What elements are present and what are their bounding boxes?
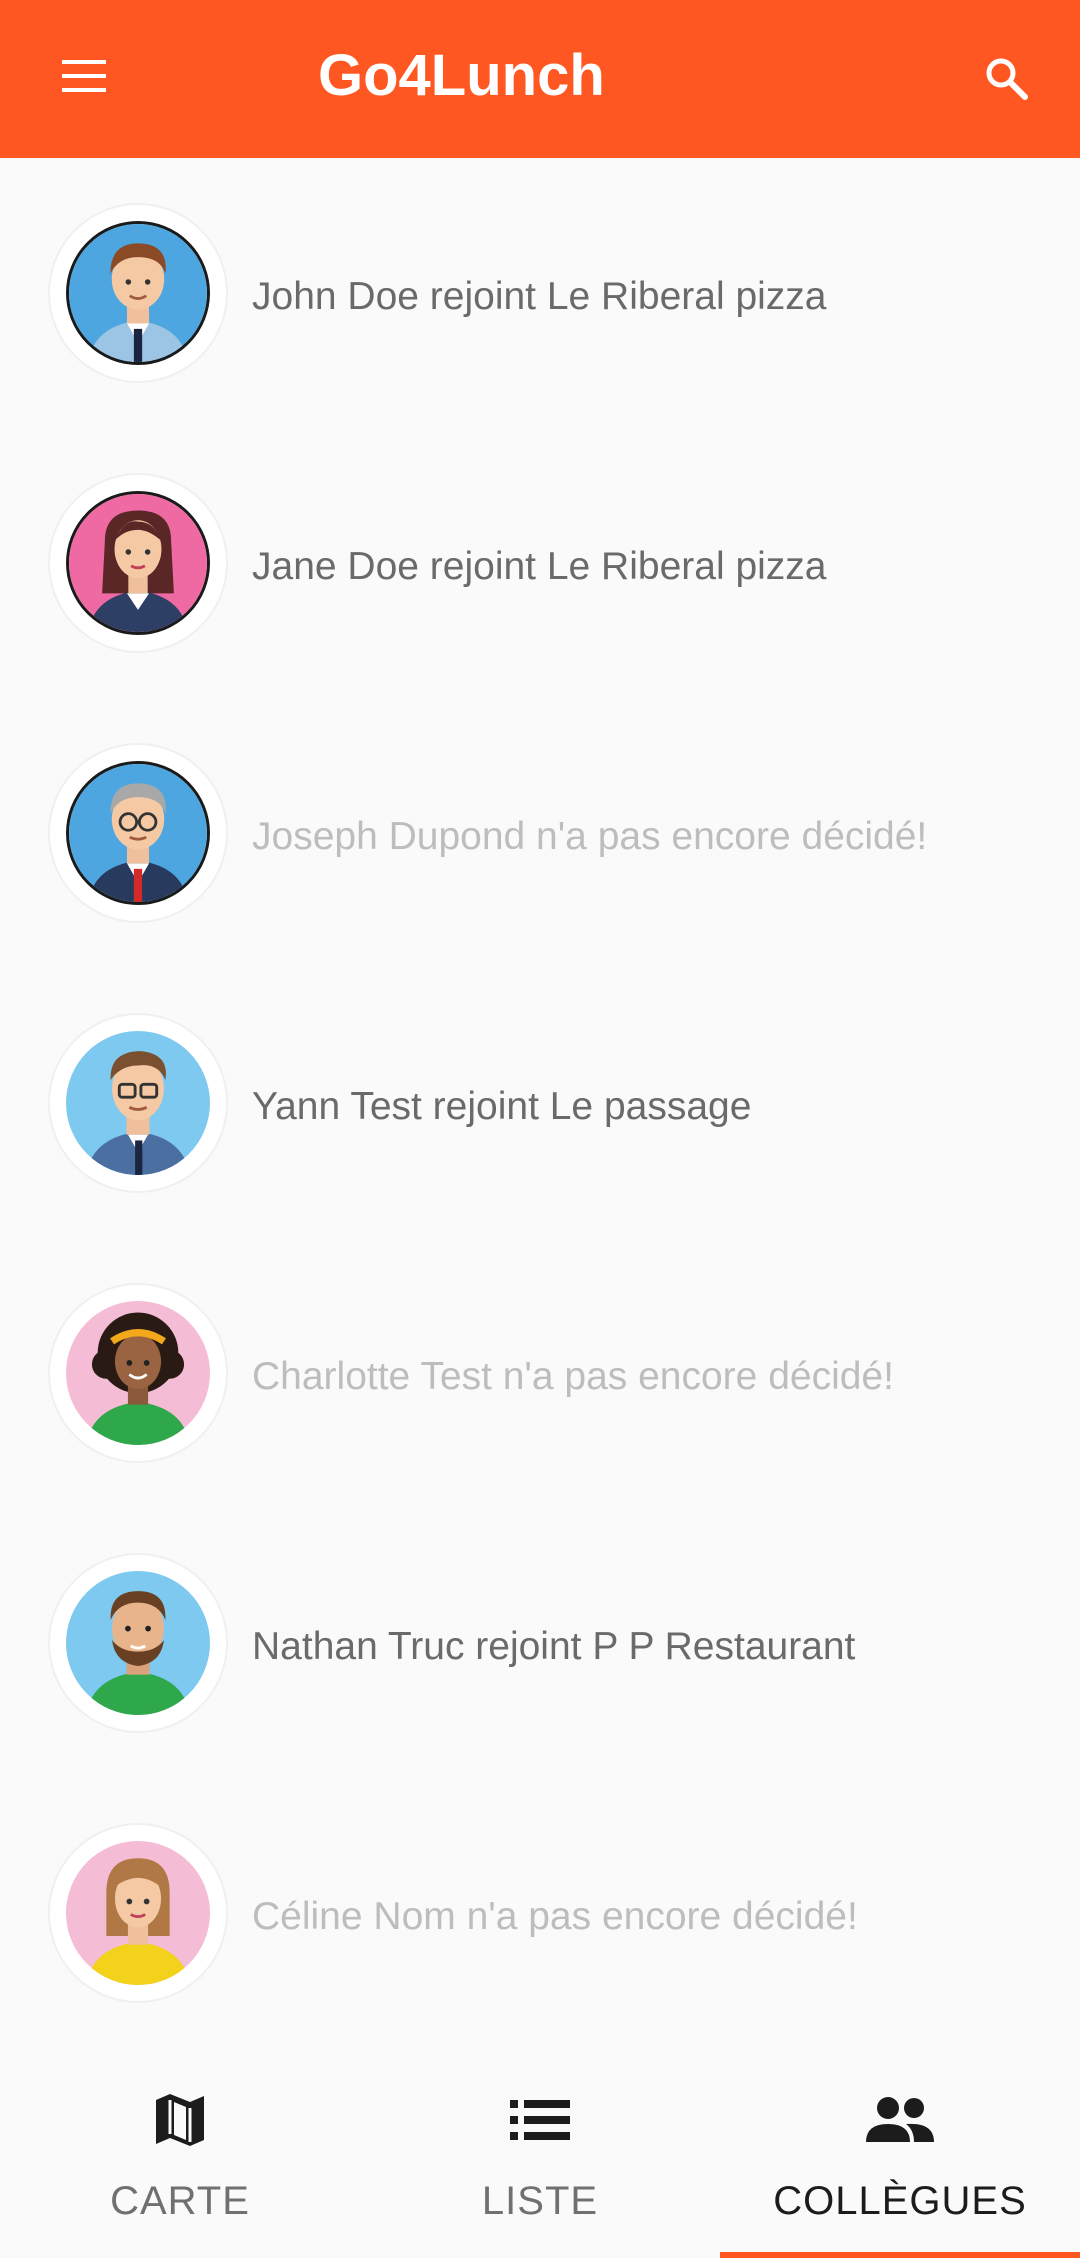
- avatar-frame: [50, 1825, 226, 2001]
- workmate-status-text: Céline Nom n'a pas encore décidé!: [252, 1895, 858, 1938]
- avatar-frame: [50, 475, 226, 651]
- avatar: [66, 491, 210, 635]
- workmate-row[interactable]: Joseph Dupond n'a pas encore décidé!: [0, 698, 1080, 968]
- avatar-frame: [50, 1555, 226, 1731]
- workmate-row[interactable]: Céline Nom n'a pas encore décidé!: [0, 1778, 1080, 2048]
- workmate-status-text: Joseph Dupond n'a pas encore décidé!: [252, 815, 928, 858]
- avatar: [66, 1301, 210, 1445]
- bottom-navigation: CARTE LISTE COLLÈGUES: [0, 2040, 1080, 2258]
- app-bar: Go4Lunch: [0, 0, 1080, 158]
- avatar-frame: [50, 205, 226, 381]
- avatar: [66, 1571, 210, 1715]
- workmate-row[interactable]: Jane Doe rejoint Le Riberal pizza: [0, 428, 1080, 698]
- active-tab-indicator: [720, 2252, 1080, 2258]
- workmate-row[interactable]: Charlotte Test n'a pas encore décidé!: [0, 1238, 1080, 1508]
- workmate-row[interactable]: Nathan Truc rejoint P P Restaurant: [0, 1508, 1080, 1778]
- search-button[interactable]: [970, 42, 1042, 114]
- avatar: [66, 1841, 210, 1985]
- avatar: [66, 761, 210, 905]
- app-title: Go4Lunch: [318, 43, 605, 108]
- workmate-status-text: Nathan Truc rejoint P P Restaurant: [252, 1625, 856, 1668]
- list-icon: [504, 2084, 576, 2156]
- nav-label-liste: LISTE: [481, 2179, 599, 2223]
- avatar: [66, 1031, 210, 1175]
- search-icon: [986, 58, 1028, 100]
- nav-tab-collegues[interactable]: COLLÈGUES: [720, 2040, 1080, 2258]
- nav-label-carte: CARTE: [110, 2179, 250, 2223]
- workmate-status-text: Jane Doe rejoint Le Riberal pizza: [252, 545, 827, 588]
- avatar: [66, 221, 210, 365]
- workmate-status-text: Charlotte Test n'a pas encore décidé!: [252, 1355, 894, 1398]
- nav-tab-liste[interactable]: LISTE: [360, 2040, 720, 2258]
- workmate-status-text: John Doe rejoint Le Riberal pizza: [252, 275, 827, 318]
- workmate-row[interactable]: John Doe rejoint Le Riberal pizza: [0, 158, 1080, 428]
- workmate-status-text: Yann Test rejoint Le passage: [252, 1085, 752, 1128]
- nav-label-collegues: COLLÈGUES: [773, 2179, 1027, 2223]
- avatar-frame: [50, 1285, 226, 1461]
- people-icon: [864, 2084, 936, 2156]
- workmate-row[interactable]: Yann Test rejoint Le passage: [0, 968, 1080, 1238]
- avatar-frame: [50, 1015, 226, 1191]
- avatar-frame: [50, 745, 226, 921]
- map-icon: [144, 2084, 216, 2156]
- workmates-list: John Doe rejoint Le Riberal pizza Jane D…: [0, 158, 1080, 2048]
- menu-button[interactable]: [50, 42, 118, 110]
- menu-icon: [62, 60, 106, 92]
- nav-tab-carte[interactable]: CARTE: [0, 2040, 360, 2258]
